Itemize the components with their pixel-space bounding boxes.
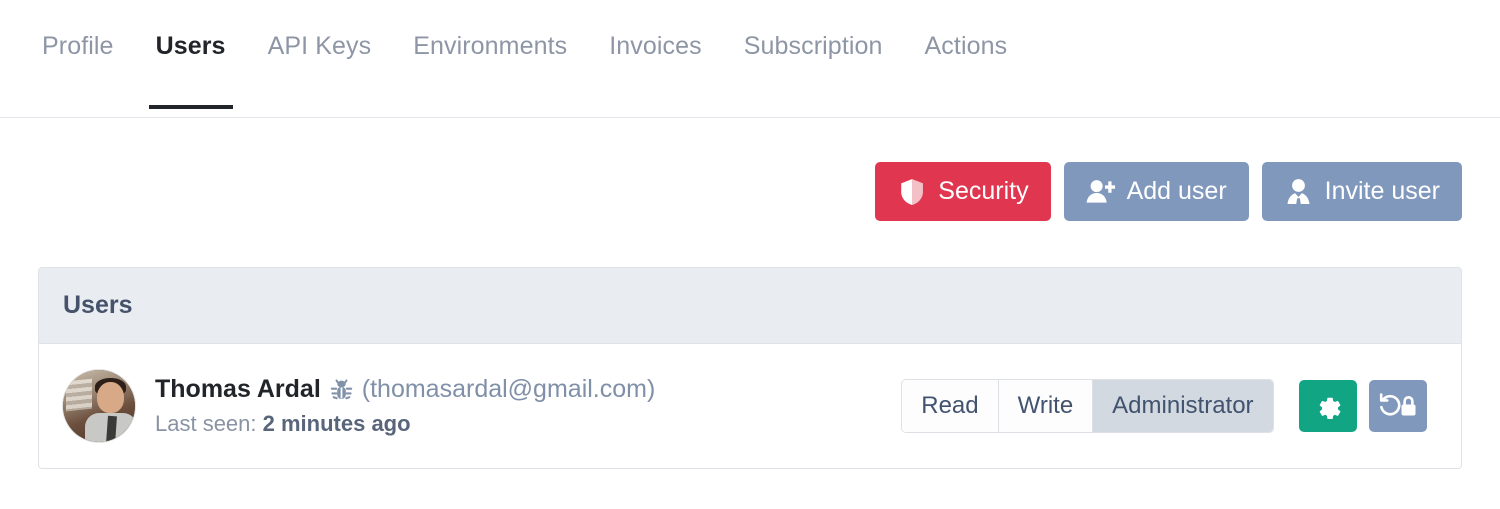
permission-button-group: Read Write Administrator (901, 379, 1274, 433)
tab-list: Profile Users API Keys Environments Invo… (0, 0, 1500, 109)
tab-users[interactable]: Users (135, 34, 247, 109)
tab-environments[interactable]: Environments (392, 34, 588, 109)
user-email: (thomasardal@gmail.com) (361, 375, 656, 404)
permission-read-label: Read (921, 392, 979, 419)
add-user-button[interactable]: Add user (1063, 162, 1249, 221)
permission-read-button[interactable]: Read (902, 380, 999, 432)
security-button-label: Security (938, 177, 1029, 205)
permission-administrator-label: Administrator (1112, 392, 1254, 419)
gear-icon (1315, 393, 1341, 419)
user-row-controls: Read Write Administrator (901, 379, 1437, 433)
permission-write-label: Write (1017, 392, 1074, 419)
tab-subscription[interactable]: Subscription (723, 34, 904, 109)
last-seen-label: Last seen: (155, 410, 257, 436)
tab-api-keys[interactable]: API Keys (247, 34, 393, 109)
users-card-title: Users (63, 291, 133, 319)
user-name: Thomas Ardal (155, 375, 321, 404)
invite-user-button[interactable]: Invite user (1261, 162, 1462, 221)
tab-profile-label: Profile (42, 32, 114, 60)
reset-password-button[interactable] (1369, 380, 1427, 432)
user-details: Thomas Ardal (thomasardal@gmail.com) Las… (155, 375, 655, 437)
tab-invoices[interactable]: Invoices (588, 34, 723, 109)
user-action-buttons (1298, 380, 1427, 432)
tab-subscription-label: Subscription (743, 32, 883, 60)
undo-lock-icon (1378, 393, 1418, 419)
invite-user-button-label: Invite user (1324, 177, 1440, 205)
tab-api-keys-label: API Keys (267, 32, 372, 60)
user-list-item: Thomas Ardal (thomasardal@gmail.com) Las… (63, 370, 901, 442)
tab-invoices-label: Invoices (609, 32, 702, 60)
tab-environments-label: Environments (413, 32, 568, 60)
user-list: Thomas Ardal (thomasardal@gmail.com) Las… (39, 344, 1461, 468)
user-settings-button[interactable] (1298, 380, 1357, 432)
user-name-line: Thomas Ardal (thomasardal@gmail.com) (155, 375, 655, 404)
user-plus-icon (1086, 177, 1116, 207)
permission-administrator-button[interactable]: Administrator (1093, 380, 1273, 432)
avatar (63, 370, 135, 442)
last-seen-value: 2 minutes ago (262, 410, 411, 436)
page-actions-toolbar: Security Add user Invite user (0, 118, 1500, 221)
tab-users-label: Users (155, 32, 226, 60)
tab-actions-label: Actions (924, 32, 1008, 60)
bug-icon (330, 378, 353, 402)
settings-tab-bar: Profile Users API Keys Environments Invo… (0, 0, 1500, 118)
add-user-button-label: Add user (1126, 177, 1227, 205)
tab-actions[interactable]: Actions (904, 34, 1029, 109)
permission-write-button[interactable]: Write (998, 380, 1094, 432)
users-card-header: Users (39, 268, 1461, 344)
user-last-seen: Last seen: 2 minutes ago (155, 411, 655, 437)
users-card: Users Thomas Ardal (thomasardal@gmail.co… (38, 267, 1462, 469)
tab-profile[interactable]: Profile (38, 34, 135, 109)
shield-icon (897, 177, 927, 207)
security-button[interactable]: Security (875, 162, 1051, 221)
user-tie-icon (1284, 177, 1314, 207)
